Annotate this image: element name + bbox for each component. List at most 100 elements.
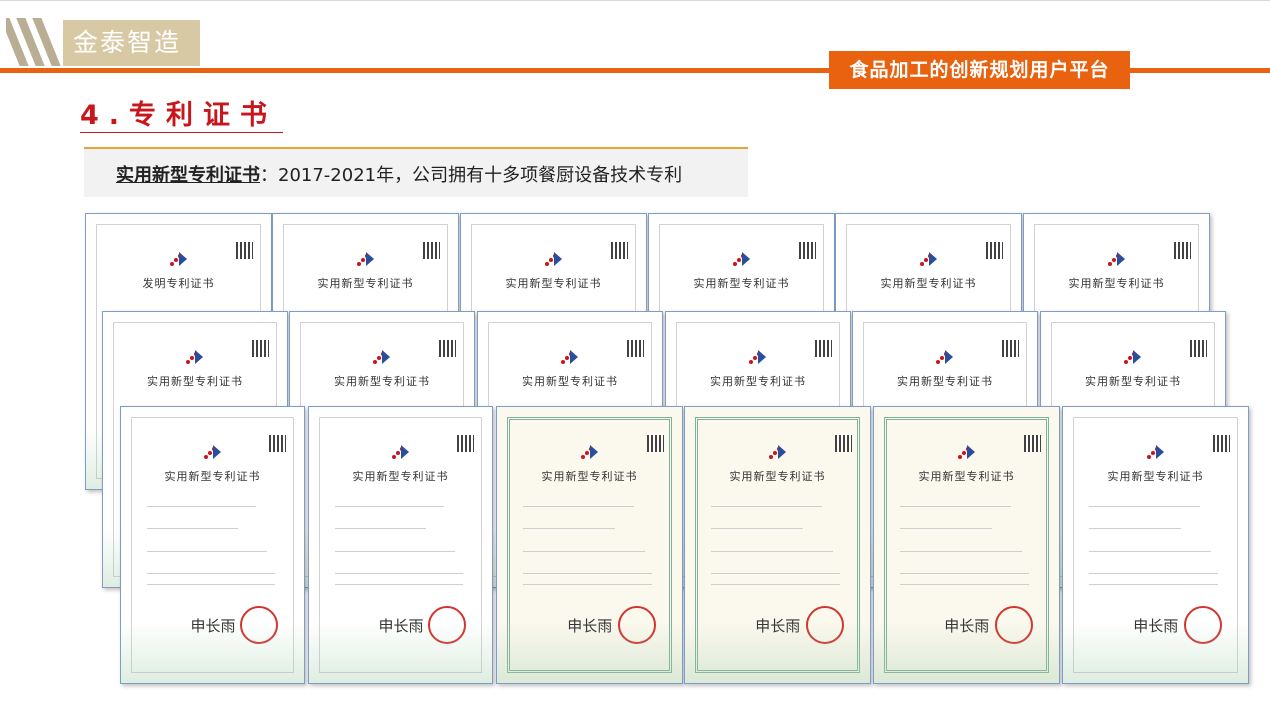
patent-office-logo-icon	[373, 349, 390, 364]
text-line	[1088, 550, 1211, 552]
qr-code-icon	[235, 241, 253, 259]
qr-code-icon	[422, 241, 440, 259]
certificate-title: 实用新型专利证书	[541, 469, 638, 483]
patent-office-logo-icon	[391, 444, 409, 459]
text-line	[710, 528, 804, 530]
certificate-title: 发明专利证书	[142, 276, 215, 290]
qr-code-icon	[1189, 339, 1207, 357]
patent-certificate: 实用新型专利证书申长雨	[496, 406, 683, 684]
qr-code-icon	[626, 339, 644, 357]
patent-office-logo-icon	[768, 444, 786, 459]
brand-tagline: 食品加工的创新规划用户平台	[829, 51, 1130, 89]
text-line	[1088, 572, 1219, 574]
certificate-title: 实用新型专利证书	[880, 276, 977, 290]
patent-office-logo-icon	[957, 444, 975, 459]
patent-office-logo-icon	[561, 349, 578, 364]
text-line	[710, 506, 822, 508]
certificate-watermark	[309, 622, 492, 683]
patent-office-logo-icon	[169, 251, 187, 266]
text-line	[146, 550, 268, 552]
qr-code-icon	[1173, 241, 1191, 259]
subtitle-label: 实用新型专利证书	[116, 165, 260, 186]
certificate-title: 实用新型专利证书	[729, 469, 826, 483]
text-line	[899, 528, 993, 530]
certificate-title: 实用新型专利证书	[1107, 469, 1204, 483]
qr-code-icon	[1001, 339, 1019, 357]
certificate-watermark	[121, 622, 304, 683]
text-line	[710, 550, 833, 552]
top-divider	[0, 0, 1270, 1]
text-line	[334, 506, 445, 508]
text-line	[146, 528, 239, 530]
certificate-watermark	[497, 622, 682, 683]
patent-office-logo-icon	[356, 251, 374, 266]
patent-office-logo-icon	[203, 444, 221, 459]
certificate-watermark	[685, 622, 870, 683]
subtitle-text: 实用新型专利证书：2017-2021年，公司拥有十多项餐厨设备技术专利	[116, 161, 682, 187]
patent-certificate: 实用新型专利证书申长雨	[308, 406, 493, 684]
text-line	[710, 572, 841, 574]
patent-certificate: 实用新型专利证书申长雨	[873, 406, 1060, 684]
patent-certificate: 实用新型专利证书申长雨	[1062, 406, 1249, 684]
text-line	[522, 506, 634, 508]
qr-code-icon	[814, 339, 832, 357]
certificate-title: 实用新型专利证书	[164, 469, 261, 483]
certificate-title: 实用新型专利证书	[710, 374, 806, 388]
page-title: 4.专利证书	[80, 100, 278, 131]
text-line	[334, 528, 427, 530]
certificate-watermark	[874, 622, 1059, 683]
qr-code-icon	[456, 434, 474, 452]
patent-office-logo-icon	[580, 444, 598, 459]
text-line	[522, 550, 645, 552]
text-line	[1088, 583, 1219, 585]
text-line	[146, 506, 257, 508]
text-line	[1088, 506, 1200, 508]
certificate-title: 实用新型专利证书	[918, 469, 1015, 483]
patent-office-logo-icon	[1146, 444, 1164, 459]
certificate-title: 实用新型专利证书	[693, 276, 790, 290]
qr-code-icon	[646, 434, 664, 452]
text-line	[710, 583, 841, 585]
patent-certificate: 实用新型专利证书申长雨	[120, 406, 305, 684]
certificate-title: 实用新型专利证书	[317, 276, 414, 290]
title-underline	[80, 132, 283, 133]
certificate-title: 实用新型专利证书	[1085, 374, 1181, 388]
text-line	[146, 572, 275, 574]
brand-logo: 金泰智造	[63, 20, 200, 66]
subtitle-banner: 实用新型专利证书：2017-2021年，公司拥有十多项餐厨设备技术专利	[84, 147, 748, 197]
qr-code-icon	[268, 434, 286, 452]
certificate-title: 实用新型专利证书	[897, 374, 993, 388]
text-line	[334, 572, 463, 574]
text-line	[522, 528, 616, 530]
patent-certificate: 实用新型专利证书申长雨	[684, 406, 871, 684]
certificate-title: 实用新型专利证书	[505, 276, 602, 290]
patent-office-logo-icon	[1107, 251, 1125, 266]
patent-office-logo-icon	[186, 349, 203, 364]
patent-office-logo-icon	[544, 251, 562, 266]
certificate-title: 实用新型专利证书	[1068, 276, 1165, 290]
patent-office-logo-icon	[919, 251, 937, 266]
text-line	[522, 572, 653, 574]
text-line	[334, 550, 456, 552]
text-line	[146, 583, 275, 585]
subtitle-description: 2017-2021年，公司拥有十多项餐厨设备技术专利	[278, 165, 683, 186]
text-line	[899, 550, 1022, 552]
qr-code-icon	[438, 339, 456, 357]
certificate-watermark	[1063, 622, 1248, 683]
text-line	[899, 572, 1030, 574]
logo-stripes	[6, 18, 68, 66]
certificate-title: 实用新型专利证书	[522, 374, 618, 388]
patent-office-logo-icon	[749, 349, 766, 364]
subtitle-separator: ：	[260, 165, 278, 186]
patent-office-logo-icon	[732, 251, 750, 266]
text-line	[899, 506, 1011, 508]
certificate-title: 实用新型专利证书	[147, 374, 243, 388]
qr-code-icon	[798, 241, 816, 259]
text-line	[522, 583, 653, 585]
qr-code-icon	[1212, 434, 1230, 452]
certificate-title: 实用新型专利证书	[352, 469, 449, 483]
qr-code-icon	[985, 241, 1003, 259]
certificate-title: 实用新型专利证书	[334, 374, 430, 388]
text-line	[899, 583, 1030, 585]
patent-office-logo-icon	[936, 349, 953, 364]
